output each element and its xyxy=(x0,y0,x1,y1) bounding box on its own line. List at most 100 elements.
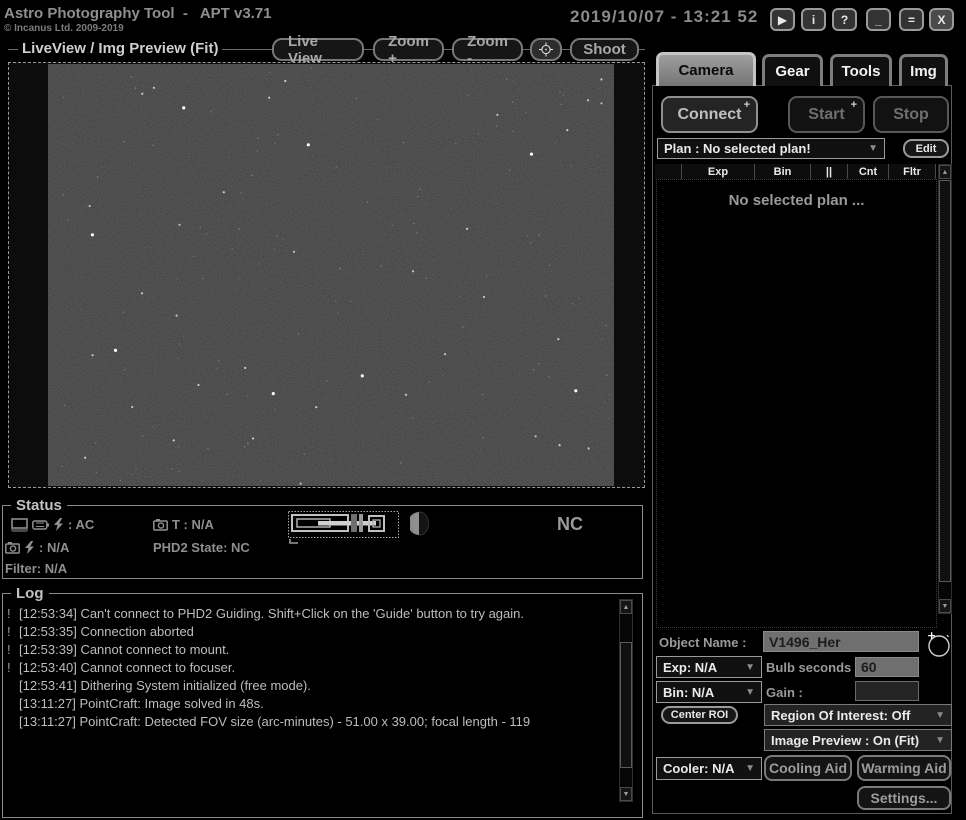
scroll-up-icon[interactable]: ▲ xyxy=(939,165,951,179)
start-button[interactable]: Start + xyxy=(788,96,865,133)
start-plus-badge: + xyxy=(851,99,857,111)
bulb-seconds-label: Bulb seconds : xyxy=(766,660,859,675)
log-group-label: Log xyxy=(11,585,49,602)
settings-button[interactable]: Settings... xyxy=(857,786,951,810)
tab-camera[interactable]: Camera xyxy=(656,52,756,86)
roi-select[interactable]: Region Of Interest: Off ▼ xyxy=(764,704,952,726)
live-view-button[interactable]: Live View xyxy=(272,38,364,61)
plan-col-select[interactable] xyxy=(655,164,682,179)
plan-select[interactable]: Plan : No selected plan! ▼ xyxy=(657,138,885,159)
log-text: [13:11:27] PointCraft: Detected FOV size… xyxy=(19,714,530,729)
log-entry: [13:11:27] PointCraft: Image solved in 4… xyxy=(7,696,607,711)
camera-temp-value: T : N/A xyxy=(172,517,214,532)
image-preview-value: Image Preview : On (Fit) xyxy=(771,733,919,748)
gain-label: Gain : xyxy=(766,685,803,700)
power-value: : AC xyxy=(68,517,94,532)
plan-table-header: Exp Bin || Cnt Fltr xyxy=(655,164,936,179)
plan-scrollbar-thumb[interactable] xyxy=(939,180,951,582)
center-roi-button[interactable]: Center ROI xyxy=(661,706,738,724)
shoot-button[interactable]: Shoot xyxy=(570,38,639,61)
camera-power-value: : N/A xyxy=(39,540,69,555)
filter-status: Filter: N/A xyxy=(5,561,67,576)
log-entry: ![12:53:34] Can't connect to PHD2 Guidin… xyxy=(7,606,607,621)
log-entry: ![12:53:35] Connection aborted xyxy=(7,624,607,639)
cooling-aid-button[interactable]: Cooling Aid xyxy=(764,755,852,781)
plan-col-fltr[interactable]: Fltr xyxy=(889,164,936,179)
plan-scrollbar[interactable]: ▲ ▼ xyxy=(938,164,952,614)
app-title: Astro Photography Tool - APT v3.71 xyxy=(4,5,272,22)
help-button[interactable]: ? xyxy=(832,8,857,31)
bolt-icon xyxy=(24,541,35,554)
stop-button[interactable]: Stop xyxy=(873,96,949,133)
clock-datetime: 2019/10/07 - 13:21 52 xyxy=(570,7,758,27)
scroll-down-icon[interactable]: ▼ xyxy=(620,787,632,801)
dial-icon[interactable]: + xyxy=(925,629,951,659)
log-scrollbar[interactable]: ▲ ▼ xyxy=(619,599,633,802)
log-mark: ! xyxy=(7,624,19,639)
battery-icon xyxy=(32,520,49,530)
image-preview-area[interactable] xyxy=(8,62,645,488)
connect-plus-badge: + xyxy=(744,99,750,111)
connect-button[interactable]: Connect + xyxy=(661,96,758,133)
close-button[interactable]: X xyxy=(929,8,954,31)
stop-label: Stop xyxy=(893,106,929,124)
zoom-in-button[interactable]: Zoom + xyxy=(373,38,444,61)
log-entry: [13:11:27] PointCraft: Detected FOV size… xyxy=(7,714,607,729)
chevron-down-icon: ▼ xyxy=(745,763,755,774)
chevron-down-icon: ▼ xyxy=(868,143,878,154)
log-entry: ![12:53:40] Cannot connect to focuser. xyxy=(7,660,607,675)
chevron-down-icon: ▼ xyxy=(935,735,945,746)
minimize-button[interactable]: _ xyxy=(866,8,891,31)
scope-status-graphic xyxy=(288,511,404,544)
bulb-seconds-input[interactable] xyxy=(855,657,919,677)
object-name-input[interactable] xyxy=(763,631,919,652)
tab-img[interactable]: Img xyxy=(899,54,948,86)
scroll-up-icon[interactable]: ▲ xyxy=(620,600,632,614)
crosshair-button[interactable] xyxy=(530,38,562,61)
cooler-select[interactable]: Cooler: N/A ▼ xyxy=(656,757,762,780)
camera-power-status: : N/A xyxy=(5,540,69,555)
warming-aid-button[interactable]: Warming Aid xyxy=(857,755,951,781)
bin-value: Bin: N/A xyxy=(663,685,714,700)
cooler-value: Cooler: N/A xyxy=(663,761,735,776)
plan-list[interactable]: No selected plan ... xyxy=(656,179,937,628)
bin-select[interactable]: Bin: N/A ▼ xyxy=(656,681,762,703)
chevron-down-icon: ▼ xyxy=(935,710,945,721)
log-text: [12:53:41] Dithering System initialized … xyxy=(19,678,311,693)
scroll-down-icon[interactable]: ▼ xyxy=(939,599,951,613)
exposure-select[interactable]: Exp: N/A ▼ xyxy=(656,656,762,678)
plan-col-cnt[interactable]: Cnt xyxy=(848,164,889,179)
roi-value: Region Of Interest: Off xyxy=(771,708,910,723)
plan-col-exp[interactable]: Exp xyxy=(682,164,755,179)
moon-phase-icon xyxy=(410,511,430,536)
log-mark: ! xyxy=(7,606,19,621)
log-mark: ! xyxy=(7,642,19,657)
log-mark: ! xyxy=(7,660,19,675)
bolt-icon xyxy=(53,518,64,531)
tab-gear[interactable]: Gear xyxy=(762,54,823,86)
edit-plan-button[interactable]: Edit xyxy=(903,139,949,158)
log-scrollbar-thumb[interactable] xyxy=(620,642,632,768)
plan-empty-text: No selected plan ... xyxy=(657,192,936,209)
plan-col-pause[interactable]: || xyxy=(811,164,848,179)
star-field-svg xyxy=(48,64,614,486)
plan-col-bin[interactable]: Bin xyxy=(755,164,811,179)
log-text: [12:53:39] Cannot connect to mount. xyxy=(19,642,229,657)
info-button[interactable]: i xyxy=(801,8,826,31)
app-copyright: © Incanus Ltd. 2009-2019 xyxy=(4,23,124,34)
svg-text:+: + xyxy=(927,629,936,642)
starfield-image xyxy=(48,64,614,486)
camera-temp-status: T : N/A xyxy=(153,517,214,532)
log-text: [12:53:35] Connection aborted xyxy=(19,624,194,639)
gain-input[interactable] xyxy=(855,681,919,701)
camera-icon xyxy=(153,519,168,531)
zoom-out-button[interactable]: Zoom - xyxy=(452,38,523,61)
preview-group-label: LiveView / Img Preview (Fit) xyxy=(18,40,222,57)
power-status: : AC xyxy=(11,517,94,532)
restore-button[interactable]: = xyxy=(899,8,924,31)
image-preview-select[interactable]: Image Preview : On (Fit) ▼ xyxy=(764,729,952,751)
computer-icon xyxy=(11,518,28,532)
log-groupbox: Log ![12:53:34] Can't connect to PHD2 Gu… xyxy=(2,593,643,818)
play-button[interactable]: ▶ xyxy=(770,8,795,31)
tab-tools[interactable]: Tools xyxy=(830,54,892,86)
